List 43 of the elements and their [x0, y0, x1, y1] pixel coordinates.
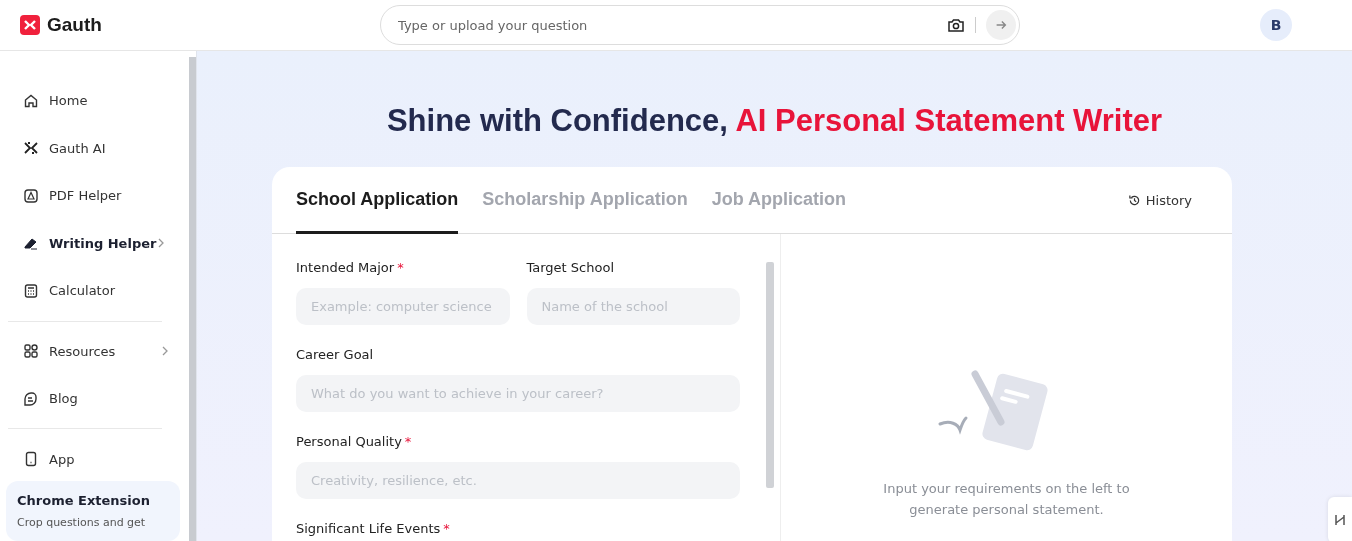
- logo-icon: [20, 15, 40, 35]
- required-mark: *: [443, 521, 450, 537]
- field-label: Personal Quality: [296, 434, 402, 450]
- grid-icon: [23, 343, 39, 360]
- sidebar-item[interactable]: Calculator: [8, 267, 180, 315]
- phone-icon: [23, 451, 39, 468]
- sidebar-item[interactable]: Writing Helper: [8, 219, 180, 267]
- split-icon: [1334, 513, 1346, 527]
- sidebar-item[interactable]: Resources: [8, 327, 180, 375]
- search-input[interactable]: Type or upload your question: [396, 16, 947, 34]
- calculator-icon: [23, 282, 39, 299]
- required-mark: *: [397, 260, 404, 276]
- sidebar-item[interactable]: PDF Helper: [8, 172, 180, 220]
- field-label: Career Goal: [296, 347, 374, 363]
- sidebar-item[interactable]: Home: [8, 77, 180, 125]
- chevron-icon: [158, 238, 165, 249]
- required-mark: *: [404, 434, 412, 450]
- logo-text: Gauth: [47, 14, 102, 36]
- sidebar-item[interactable]: Blog: [8, 374, 180, 423]
- submit-button[interactable]: [986, 10, 1016, 40]
- chevron-icon: [162, 346, 168, 357]
- scrollbar[interactable]: [766, 262, 774, 488]
- sidebar-item[interactable]: App: [8, 435, 180, 483]
- promo-title: Chrome Extension: [17, 492, 151, 508]
- camera-icon[interactable]: [947, 16, 965, 34]
- crossed-lines-icon: [23, 140, 39, 157]
- field-label: Target School: [526, 260, 614, 276]
- user-avatar[interactable]: B: [1260, 9, 1292, 41]
- page-headline: Shine with Confidence, AI Personal Statement Writer: [386, 103, 1163, 139]
- history-icon: [1127, 193, 1141, 207]
- side-widget-button[interactable]: [1328, 497, 1352, 541]
- promo-card[interactable]: Chrome Extension Crop questions and get: [6, 480, 180, 541]
- speech-bubble-icon: [23, 390, 39, 407]
- arrow-right-icon: [994, 18, 1008, 32]
- tab[interactable]: School Application: [296, 167, 459, 234]
- document-icon: [23, 187, 39, 204]
- promo-text: Crop questions and get: [17, 515, 147, 529]
- empty-state-text: Input your requirements on the left to generate personal statement.: [882, 480, 1131, 519]
- history-button[interactable]: History: [1121, 167, 1198, 233]
- field-label: Intended Major: [296, 260, 395, 276]
- sidebar-item[interactable]: Gauth AI: [8, 124, 180, 172]
- home-icon: [23, 92, 39, 109]
- field-label: Significant Life Events: [296, 521, 441, 537]
